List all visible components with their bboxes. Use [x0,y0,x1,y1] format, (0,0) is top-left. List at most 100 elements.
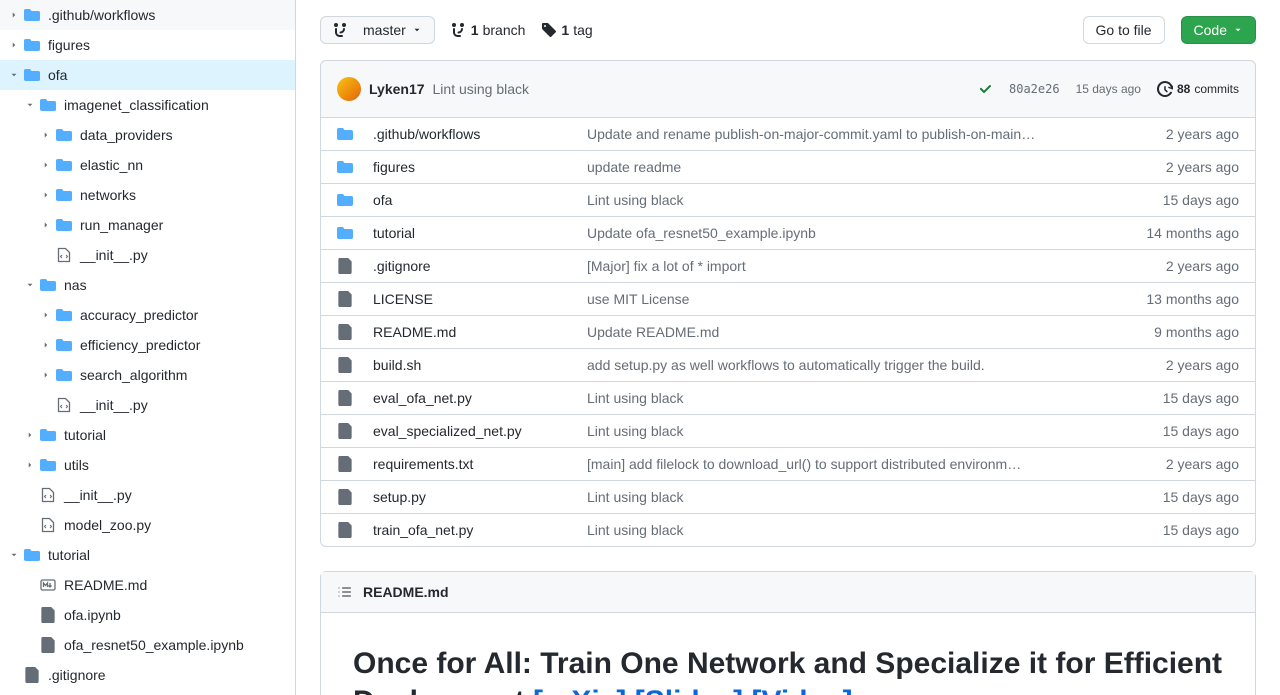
readme-link-arxiv[interactable]: [arXiv] [533,685,626,695]
commit-message-link[interactable]: Update README.md [587,324,1119,340]
chevron-right-icon[interactable] [40,367,52,383]
tree-item[interactable]: tutorial [0,540,295,570]
chevron-down-icon[interactable] [24,277,36,293]
chevron-right-icon[interactable] [40,307,52,323]
tree-item[interactable]: accuracy_predictor [0,300,295,330]
chevron-right-icon[interactable] [40,187,52,203]
branch-select-button[interactable]: master [320,16,435,44]
commit-message-link[interactable]: Lint using black [587,522,1119,538]
commit-message-link[interactable]: use MIT License [587,291,1119,307]
commit-sha[interactable]: 80a2e26 [1009,82,1060,96]
commit-message[interactable]: Lint using black [433,81,530,97]
readme-filename[interactable]: README.md [363,584,449,600]
file-name-link[interactable]: setup.py [373,489,426,505]
repo-topbar: master 1 branch 1 tag Go to file Code [320,0,1256,60]
tree-item[interactable]: ofa_resnet50_example.ipynb [0,630,295,660]
file-icon [40,517,56,533]
go-to-file-button[interactable]: Go to file [1083,16,1165,44]
tree-item[interactable]: model_zoo.py [0,510,295,540]
avatar[interactable] [337,77,361,101]
chevron-right-icon[interactable] [40,217,52,233]
code-button[interactable]: Code [1181,16,1256,44]
tree-item[interactable]: search_algorithm [0,360,295,390]
commit-author[interactable]: Lyken17 [369,81,425,97]
tree-item[interactable]: __init__.py [0,390,295,420]
file-name-link[interactable]: figures [373,159,415,175]
branches-link[interactable]: 1 branch [451,22,526,38]
tree-item[interactable]: .github/workflows [0,0,295,30]
file-name-link[interactable]: eval_specialized_net.py [373,423,522,439]
tree-item[interactable]: utils [0,450,295,480]
chevron-right-icon[interactable] [8,37,20,53]
tree-item[interactable]: efficiency_predictor [0,330,295,360]
commit-message-link[interactable]: [Major] fix a lot of * import [587,258,1119,274]
tree-item[interactable]: data_providers [0,120,295,150]
readme-link-video[interactable]: [Video] [751,685,852,695]
file-tree-sidebar[interactable]: .github/workflows figuresofaimagenet_clas… [0,0,296,695]
table-row: .gitignore[Major] fix a lot of * import2… [321,249,1255,282]
tree-item[interactable]: figures [0,30,295,60]
commit-message-link[interactable]: [main] add filelock to download_url() to… [587,456,1119,472]
tree-label: efficiency_predictor [80,334,200,356]
chevron-down-icon[interactable] [8,67,20,83]
folder-icon [24,37,40,53]
chevron-right-icon[interactable] [8,7,20,23]
commit-message-link[interactable]: Lint using black [587,192,1119,208]
chevron-right-icon[interactable] [40,157,52,173]
tree-item[interactable]: .gitignore [0,660,295,690]
tree-label: .github/workflows [48,4,155,26]
main-content: master 1 branch 1 tag Go to file Code [296,0,1280,695]
file-icon [337,522,353,538]
chevron-right-icon[interactable] [40,127,52,143]
tree-item[interactable]: networks [0,180,295,210]
tree-label: __init__.py [80,394,148,416]
tree-item[interactable]: tutorial [0,420,295,450]
commit-message-link[interactable]: update readme [587,159,1119,175]
folder-icon [40,277,56,293]
check-icon[interactable] [977,81,993,97]
table-row: eval_specialized_net.pyLint using black1… [321,414,1255,447]
chevron-right-icon[interactable] [24,457,36,473]
file-name-link[interactable]: eval_ofa_net.py [373,390,472,406]
file-name-link[interactable]: requirements.txt [373,456,473,472]
chevron-spacer [24,637,36,653]
chevron-down-icon[interactable] [24,97,36,113]
tree-item[interactable]: nas [0,270,295,300]
tree-item[interactable]: __init__.py [0,480,295,510]
tags-link[interactable]: 1 tag [541,22,592,38]
file-date: 2 years ago [1119,456,1239,472]
commit-message-link[interactable]: Lint using black [587,489,1119,505]
file-name-link[interactable]: .github/workflows [373,126,480,142]
commit-message-link[interactable]: Update ofa_resnet50_example.ipynb [587,225,1119,241]
tree-item[interactable]: elastic_nn [0,150,295,180]
commit-message-link[interactable]: Update and rename publish-on-major-commi… [587,126,1119,142]
file-name-link[interactable]: tutorial [373,225,415,241]
tree-item[interactable]: ofa [0,60,295,90]
tree-item[interactable]: ofa.ipynb [0,600,295,630]
tree-item[interactable]: __init__.py [0,240,295,270]
tree-item[interactable]: imagenet_classification [0,90,295,120]
file-name-link[interactable]: LICENSE [373,291,433,307]
chevron-down-icon[interactable] [8,547,20,563]
file-icon [337,456,353,472]
table-row: train_ofa_net.pyLint using black15 days … [321,513,1255,546]
file-name-link[interactable]: README.md [373,324,456,340]
chevron-right-icon[interactable] [40,337,52,353]
commit-message-link[interactable]: add setup.py as well workflows to automa… [587,357,1119,373]
file-name-link[interactable]: build.sh [373,357,421,373]
commit-message-link[interactable]: Lint using black [587,390,1119,406]
list-icon[interactable] [337,584,353,600]
file-name-link[interactable]: .gitignore [373,258,431,274]
table-row: requirements.txt [main] add filelock to d… [321,447,1255,480]
chevron-right-icon[interactable] [24,427,36,443]
tree-item[interactable]: run_manager [0,210,295,240]
tree-item[interactable]: LICENSE [0,690,295,695]
tree-item[interactable]: README.md [0,570,295,600]
file-icon [337,291,353,307]
folder-icon [56,187,72,203]
commit-message-link[interactable]: Lint using black [587,423,1119,439]
commits-link[interactable]: 88 commits [1157,81,1239,97]
file-name-link[interactable]: ofa [373,192,392,208]
readme-link-slides[interactable]: [Slides] [635,685,743,695]
file-name-link[interactable]: train_ofa_net.py [373,522,473,538]
